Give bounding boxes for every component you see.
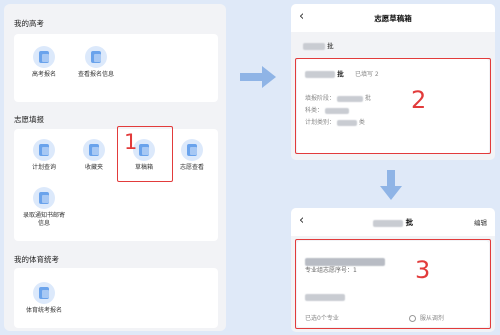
sports-registration-icon — [33, 282, 55, 304]
sports-exam-registration-label: 体育统考报名 — [25, 307, 62, 314]
arrow-down-icon — [380, 170, 402, 200]
admission-letter-mail-item[interactable]: 录取通知书邮寄信息 — [22, 187, 66, 228]
view-volunteer-label: 志愿查看 — [179, 164, 204, 171]
batch-detail-screen: ‹ 批 编辑 专业组志愿序号：1 已选0个专业 服从调剂 3 — [291, 208, 495, 332]
view-volunteer-icon — [181, 139, 203, 161]
favorites-icon — [83, 139, 105, 161]
arrow-right-icon — [240, 66, 276, 88]
view-volunteer-item[interactable]: 志愿查看 — [170, 139, 214, 172]
batch-detail-title-suffix: 批 — [405, 218, 414, 227]
draft-box-screen: ‹ 志愿草稿箱 批 批 已填写 2 填报阶段： 批 科类： 计划类别： 类 2 — [291, 4, 495, 160]
favorites-label: 收藏夹 — [84, 164, 103, 171]
blurred-title — [372, 219, 403, 227]
batch-detail-header: ‹ 批 编辑 — [291, 208, 495, 236]
batch-suffix: 批 — [327, 42, 334, 50]
view-registration-info-label: 查看报名信息 — [77, 71, 114, 78]
step3-number: 3 — [415, 256, 431, 284]
draft-box-title: 志愿草稿箱 — [374, 14, 412, 23]
sports-exam-card: 体育统考报名 — [14, 268, 218, 328]
volunteer-card: 计划查询 收藏夹 草稿箱 志愿查看 录取通知书邮寄信息 — [14, 129, 218, 241]
registration-info-icon — [85, 46, 107, 68]
section-title-sports-exam: 我的体育统考 — [14, 255, 59, 264]
step1-number: 1 — [124, 130, 138, 154]
batch-name: 批 — [303, 40, 334, 50]
favorites-item[interactable]: 收藏夹 — [72, 139, 116, 172]
plan-query-icon — [33, 139, 55, 161]
draft-box-header: ‹ 志愿草稿箱 — [291, 4, 495, 32]
blurred-batch-name — [303, 42, 325, 50]
admission-letter-icon — [33, 187, 55, 209]
step2-highlight — [295, 58, 491, 154]
gaokao-menu-panel: 我的高考 高考报名 查看报名信息 志愿填报 计划查询 收藏夹 草稿箱 志愿查看 — [4, 4, 226, 331]
registration-icon — [33, 46, 55, 68]
my-gaokao-card: 高考报名 查看报名信息 — [14, 34, 218, 102]
step2-number: 2 — [411, 86, 427, 114]
edit-button[interactable]: 编辑 — [474, 217, 487, 227]
plan-query-label: 计划查询 — [31, 164, 56, 171]
admission-letter-label: 录取通知书邮寄信息 — [22, 212, 65, 227]
section-title-my-gaokao: 我的高考 — [14, 19, 44, 28]
step3-highlight — [295, 239, 491, 329]
batch-detail-title: 批 — [291, 217, 495, 228]
section-title-volunteer: 志愿填报 — [14, 115, 44, 124]
gaokao-registration-item[interactable]: 高考报名 — [22, 46, 66, 79]
plan-query-item[interactable]: 计划查询 — [22, 139, 66, 172]
gaokao-registration-label: 高考报名 — [31, 71, 56, 78]
sports-exam-registration-item[interactable]: 体育统考报名 — [22, 282, 66, 315]
view-registration-info-item[interactable]: 查看报名信息 — [74, 46, 118, 79]
